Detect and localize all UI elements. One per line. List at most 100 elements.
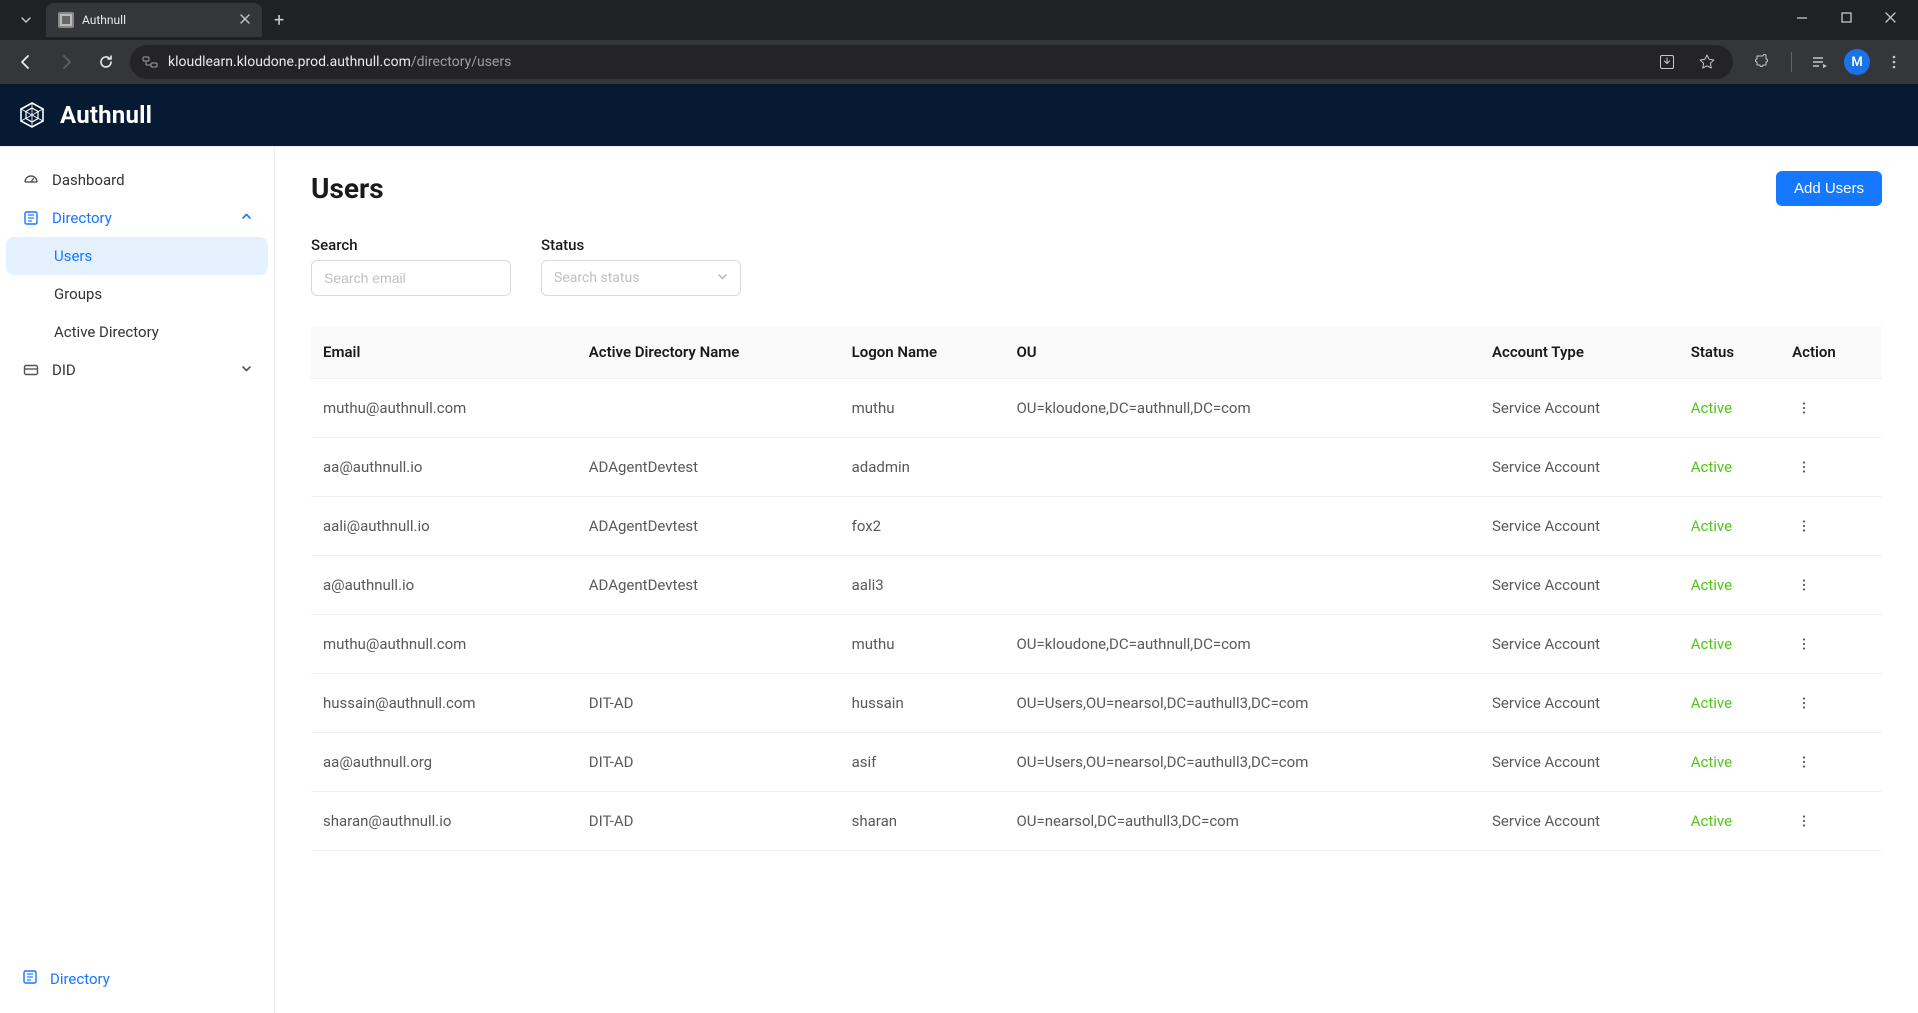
cell-ad-name: DIT-AD — [577, 733, 840, 792]
row-action-menu[interactable] — [1792, 809, 1816, 833]
profile-avatar[interactable]: M — [1844, 49, 1870, 75]
col-action: Action — [1780, 326, 1882, 379]
card-icon — [22, 361, 40, 379]
cell-email: aali@authnull.io — [311, 497, 577, 556]
close-icon — [1885, 12, 1896, 23]
status-select[interactable]: Search status — [541, 260, 741, 296]
dots-vertical-icon — [1797, 519, 1811, 533]
window-close-button[interactable] — [1878, 12, 1902, 28]
chevron-down-icon — [717, 270, 728, 286]
row-action-menu[interactable] — [1792, 455, 1816, 479]
filter-search: Search — [311, 236, 511, 296]
install-app-button[interactable] — [1653, 48, 1681, 76]
cell-account-type: Service Account — [1480, 438, 1679, 497]
directory-icon — [22, 209, 40, 227]
address-text: kloudlearn.kloudone.prod.authnull.com/di… — [168, 54, 511, 70]
chevron-down-icon — [20, 14, 32, 26]
bookmark-button[interactable] — [1693, 48, 1721, 76]
cell-logon-name: sharan — [840, 792, 1005, 851]
sidebar-item-dashboard[interactable]: Dashboard — [6, 161, 268, 199]
cell-email: aa@authnull.io — [311, 438, 577, 497]
media-controls-button[interactable] — [1806, 48, 1834, 76]
cell-logon-name: fox2 — [840, 497, 1005, 556]
cell-ad-name: ADAgentDevtest — [577, 497, 840, 556]
col-status: Status — [1679, 326, 1780, 379]
row-action-menu[interactable] — [1792, 396, 1816, 420]
row-action-menu[interactable] — [1792, 750, 1816, 774]
sidebar-item-did[interactable]: DID — [6, 351, 268, 389]
cell-account-type: Service Account — [1480, 497, 1679, 556]
browser-toolbar: kloudlearn.kloudone.prod.authnull.com/di… — [0, 40, 1918, 84]
cell-email: muthu@authnull.com — [311, 615, 577, 674]
cell-status: Active — [1679, 733, 1780, 792]
dashboard-icon — [22, 171, 40, 189]
cell-status: Active — [1679, 379, 1780, 438]
window-maximize-button[interactable] — [1834, 12, 1858, 28]
app-header: Authnull — [0, 84, 1918, 146]
window-minimize-button[interactable] — [1790, 12, 1814, 28]
search-label: Search — [311, 236, 511, 254]
col-ou: OU — [1004, 326, 1480, 379]
nav-back-button[interactable] — [10, 46, 42, 78]
install-icon — [1658, 53, 1676, 71]
sidebar-item-active-directory[interactable]: Active Directory — [6, 313, 268, 351]
table-row: a@authnull.ioADAgentDevtestaali3Service … — [311, 556, 1882, 615]
cell-status: Active — [1679, 556, 1780, 615]
cell-ad-name: ADAgentDevtest — [577, 438, 840, 497]
cell-email: muthu@authnull.com — [311, 379, 577, 438]
sidebar-bottom-directory[interactable]: Directory — [6, 959, 268, 999]
tab-search-dropdown[interactable] — [12, 6, 40, 34]
row-action-menu[interactable] — [1792, 632, 1816, 656]
app-root: Authnull Dashboard Directory — [0, 84, 1918, 1013]
cell-action — [1780, 379, 1882, 438]
row-action-menu[interactable] — [1792, 514, 1816, 538]
cell-ou — [1004, 438, 1480, 497]
cell-ad-name — [577, 379, 840, 438]
tab-area: Authnull + — [8, 3, 296, 37]
col-account-type: Account Type — [1480, 326, 1679, 379]
col-logon-name: Logon Name — [840, 326, 1005, 379]
users-table: Email Active Directory Name Logon Name O… — [311, 326, 1882, 851]
cell-logon-name: aali3 — [840, 556, 1005, 615]
dots-vertical-icon — [1797, 401, 1811, 415]
sidebar-bottom-label: Directory — [50, 970, 110, 988]
cell-account-type: Service Account — [1480, 556, 1679, 615]
main-content: Users Add Users Search Status Search sta… — [275, 147, 1918, 1013]
sidebar-item-groups[interactable]: Groups — [6, 275, 268, 313]
browser-tab[interactable]: Authnull — [46, 3, 262, 37]
nav-reload-button[interactable] — [90, 46, 122, 78]
media-icon — [1811, 53, 1829, 71]
cell-action — [1780, 792, 1882, 851]
address-bar[interactable]: kloudlearn.kloudone.prod.authnull.com/di… — [130, 45, 1733, 79]
row-action-menu[interactable] — [1792, 691, 1816, 715]
status-badge: Active — [1691, 812, 1732, 830]
status-badge: Active — [1691, 694, 1732, 712]
table-row: sharan@authnull.ioDIT-ADsharanOU=nearsol… — [311, 792, 1882, 851]
cell-logon-name: muthu — [840, 615, 1005, 674]
status-placeholder: Search status — [554, 270, 639, 286]
table-row: muthu@authnull.commuthuOU=kloudone,DC=au… — [311, 379, 1882, 438]
chrome-menu-button[interactable] — [1880, 48, 1908, 76]
row-action-menu[interactable] — [1792, 573, 1816, 597]
status-badge: Active — [1691, 635, 1732, 653]
extensions-button[interactable] — [1749, 48, 1777, 76]
cell-status: Active — [1679, 497, 1780, 556]
add-users-button[interactable]: Add Users — [1776, 171, 1882, 206]
favicon-icon — [58, 12, 74, 28]
url-path: /directory/users — [411, 54, 511, 70]
sidebar-item-directory[interactable]: Directory — [6, 199, 268, 237]
tab-close-button[interactable] — [240, 12, 250, 28]
cell-ou: OU=kloudone,DC=authnull,DC=com — [1004, 379, 1480, 438]
nav-forward-button[interactable] — [50, 46, 82, 78]
dots-vertical-icon — [1797, 755, 1811, 769]
cell-email: hussain@authnull.com — [311, 674, 577, 733]
table-row: muthu@authnull.com muthuOU=kloudone,DC=au… — [311, 615, 1882, 674]
url-host: kloudlearn.kloudone.prod.authnull.com — [168, 54, 411, 70]
cell-ou: OU=kloudone,DC=authnull,DC=com — [1004, 615, 1480, 674]
sidebar-item-users[interactable]: Users — [6, 237, 268, 275]
new-tab-button[interactable]: + — [262, 10, 296, 31]
cell-action — [1780, 497, 1882, 556]
site-settings-icon[interactable] — [142, 54, 158, 70]
search-input[interactable] — [311, 260, 511, 296]
cell-email: aa@authnull.org — [311, 733, 577, 792]
